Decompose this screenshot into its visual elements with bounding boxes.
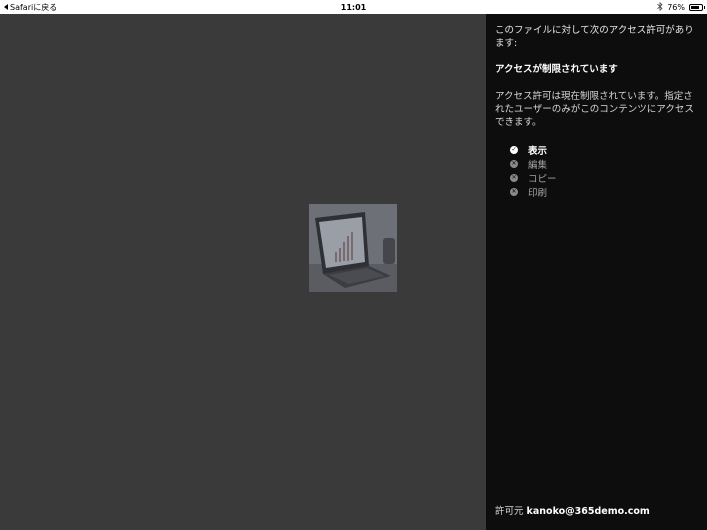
back-arrow-icon (4, 4, 8, 10)
granted-by-label: 許可元 (495, 506, 524, 517)
permission-view: ✓ 表示 (510, 143, 699, 157)
permission-edit: ✕ 編集 (510, 157, 699, 171)
x-icon: ✕ (510, 160, 518, 168)
granted-by-email: kanoko@365demo.com (526, 506, 650, 517)
back-label: Safariに戻る (10, 2, 58, 12)
x-icon: ✕ (510, 174, 518, 182)
granted-by: 許可元 kanoko@365demo.com (495, 503, 650, 517)
back-to-safari-button[interactable]: Safariに戻る (4, 2, 124, 13)
clock: 11:01 (340, 2, 367, 12)
permissions-panel: このファイルに対して次のアクセス許可があります: アクセスが制限されています ア… (486, 14, 707, 530)
access-restricted-title: アクセスが制限されています (495, 64, 618, 75)
bluetooth-icon (657, 1, 663, 13)
permission-list: ✓ 表示 ✕ 編集 ✕ コピー ✕ 印刷 (495, 143, 699, 199)
permission-print: ✕ 印刷 (510, 185, 699, 199)
document-view[interactable] (0, 14, 486, 530)
permission-label: 編集 (528, 160, 548, 171)
document-thumbnail[interactable] (309, 204, 397, 292)
check-icon: ✓ (510, 146, 518, 154)
laptop-image (309, 204, 397, 292)
x-icon: ✕ (510, 188, 518, 196)
battery-percent: 76% (667, 2, 685, 12)
permissions-intro: このファイルに対して次のアクセス許可があります: (495, 25, 694, 49)
permission-label: 表示 (528, 146, 548, 157)
permission-copy: ✕ コピー (510, 171, 699, 185)
battery-icon (689, 3, 705, 11)
status-bar: Safariに戻る 11:01 76% (0, 0, 707, 14)
access-description: アクセス許可は現在制限されています。指定されたユーザーのみがこのコンテンツにアク… (495, 91, 694, 128)
permission-label: コピー (528, 174, 557, 185)
permission-label: 印刷 (528, 188, 548, 199)
